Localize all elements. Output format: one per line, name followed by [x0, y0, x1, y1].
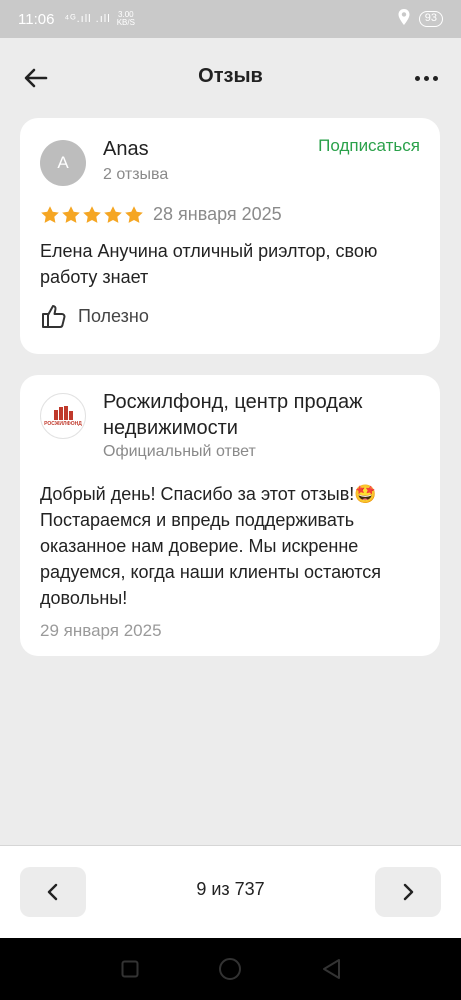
pager-panel: 9 из 737	[0, 846, 461, 938]
organization-logo-text: РОСЖИЛФОНД	[44, 420, 82, 427]
location-icon	[397, 9, 411, 29]
battery-indicator: 93	[418, 11, 443, 27]
triangle-back-icon	[322, 959, 340, 979]
answer-card: РОСЖИЛФОНД Росжилфонд, центр продаж недв…	[20, 375, 440, 656]
review-date: 28 января 2025	[153, 204, 282, 224]
system-navigation-bar	[0, 938, 461, 1000]
arrow-left-icon	[24, 68, 48, 88]
square-icon	[121, 960, 139, 978]
home-button[interactable]	[218, 957, 242, 981]
useful-label: Полезно	[78, 305, 149, 326]
review-card: A Anas 2 отзыва Подписаться 28 января 20…	[20, 118, 440, 354]
star-icon	[62, 205, 80, 223]
status-right: 93	[397, 9, 443, 29]
circle-icon	[219, 958, 242, 980]
status-time: 11:06	[18, 10, 55, 28]
organization-logo[interactable]: РОСЖИЛФОНД	[40, 393, 86, 439]
more-dots-icon	[414, 75, 420, 81]
author-name[interactable]: Anas	[103, 138, 149, 161]
header: Отзыв	[0, 38, 461, 114]
system-back-button[interactable]	[319, 957, 343, 981]
building-icon	[54, 405, 73, 420]
star-icon	[125, 205, 143, 223]
signal-icon: ⁴ᴳ.ıll .ıll	[64, 13, 111, 25]
network-speed: 3.00 KB/S	[117, 11, 135, 27]
useful-button[interactable]: Полезно	[40, 302, 149, 330]
answer-text: Добрый день! Спасибо за этот отзыв!🤩 Пос…	[40, 484, 381, 608]
back-button[interactable]	[22, 64, 50, 92]
next-review-button[interactable]	[375, 867, 441, 917]
avatar[interactable]: A	[40, 140, 86, 186]
star-icon	[83, 205, 101, 223]
page-title: Отзыв	[198, 64, 263, 87]
more-button[interactable]	[413, 68, 439, 88]
star-icon	[41, 205, 59, 223]
subscribe-button[interactable]: Подписаться	[318, 136, 420, 156]
organization-name[interactable]: Росжилфонд, центр продаж недвижимости	[103, 389, 423, 441]
recent-apps-button[interactable]	[118, 957, 142, 981]
star-icon	[104, 205, 122, 223]
review-text: Елена Анучина отличный риэлтор, свою раб…	[40, 241, 378, 287]
more-dots-icon	[432, 75, 438, 81]
thumbs-up-icon	[42, 305, 66, 328]
chevron-right-icon	[403, 883, 414, 901]
rating-row: 28 января 2025	[40, 204, 282, 225]
more-dots-icon	[423, 75, 429, 81]
author-review-count: 2 отзыва	[103, 166, 169, 183]
rating-stars	[40, 205, 144, 225]
answer-date: 29 января 2025	[40, 621, 162, 640]
network-speed-unit: KB/S	[116, 18, 135, 27]
official-answer-label: Официальный ответ	[103, 443, 256, 460]
status-bar: 11:06 ⁴ᴳ.ıll .ıll 3.00 KB/S 93	[0, 0, 461, 38]
